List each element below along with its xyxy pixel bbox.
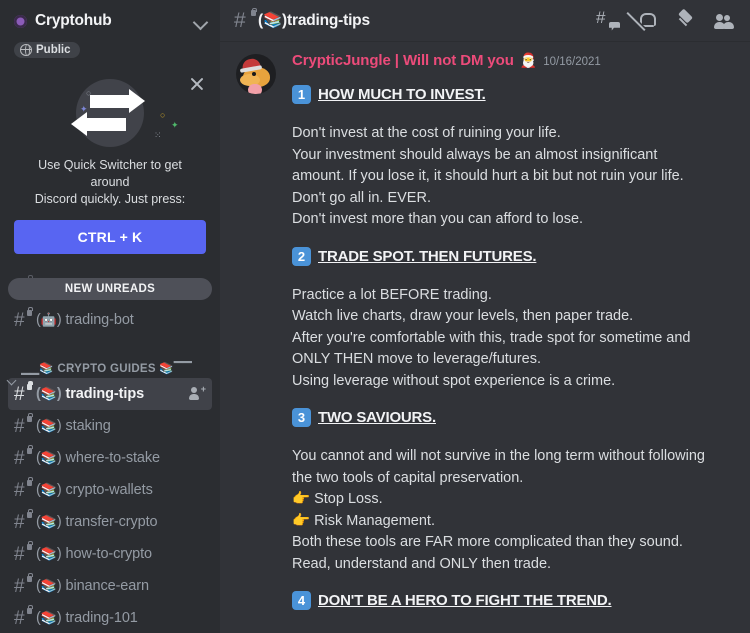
message-line: Read, understand and ONLY then trade.: [292, 555, 552, 572]
sidebar-item-binance-earn[interactable]: # (📚) binance-earn: [8, 570, 212, 602]
sidebar-item-trading-bot[interactable]: # (🤖) trading-bot: [8, 304, 212, 336]
hash-lock-icon: #: [14, 605, 36, 628]
sidebar-item-trading-tips[interactable]: # (📚) trading-tips +: [8, 378, 212, 410]
chevron-down-icon[interactable]: [194, 14, 208, 28]
public-badge-label: Public: [36, 44, 71, 56]
message-line: Watch live charts, draw your levels, the…: [292, 308, 634, 324]
hash-lock-icon: #: [14, 413, 36, 436]
avatar[interactable]: [236, 54, 276, 94]
pinned-messages-icon[interactable]: [675, 8, 697, 32]
message-line: Don't go all in. EVER.: [292, 189, 431, 206]
sidebar-item-trading-101[interactable]: # (📚) trading-101: [8, 602, 212, 633]
sidebar-item-label: (📚) binance-earn: [36, 578, 149, 594]
sidebar-item-label: (📚) staking: [36, 418, 111, 434]
hash-lock-icon: #: [14, 541, 36, 564]
message-line: Don't invest at the cost of ruining your…: [292, 125, 561, 141]
sidebar-item-where-to-stake[interactable]: # (📚) where-to-stake: [8, 442, 212, 474]
server-header[interactable]: Cryptohub: [0, 0, 220, 42]
message-line: Both these tools are FAR more complicate…: [292, 534, 683, 550]
number-badge: 1: [292, 85, 311, 104]
new-unreads-pill[interactable]: NEW UNREADS: [8, 278, 212, 300]
message-line: Using leverage without spot experience i…: [292, 372, 616, 389]
number-badge: 4: [292, 591, 311, 610]
santa-icon: 🎅: [519, 52, 538, 68]
add-member-icon[interactable]: +: [189, 385, 206, 402]
section-heading: 1 HOW MUCH TO INVEST.: [292, 85, 734, 104]
message-line: Your investment should always be an almo…: [292, 146, 658, 163]
sidebar-item-label: (📚) transfer-crypto: [36, 514, 158, 530]
section-body: Don't invest at the cost of ruining your…: [292, 123, 734, 231]
quick-switcher-line1: Use Quick Switcher to get around: [38, 158, 182, 189]
sidebar-item-transfer-crypto[interactable]: # (📚) transfer-crypto: [8, 506, 212, 538]
message-timestamp: 10/16/2021: [543, 56, 601, 68]
message-line: After you're comfortable with this, trad…: [292, 329, 691, 346]
section-body: Practice a lot BEFORE trading. Watch live…: [292, 285, 734, 393]
number-badge: 3: [292, 408, 311, 427]
message-content: 1 HOW MUCH TO INVEST. Don't invest at the …: [292, 85, 734, 610]
message: CrypticJungle | Will not DM you 🎅 10/16/…: [220, 52, 734, 610]
page-title: (📚)trading-tips: [258, 12, 370, 29]
globe-icon: [19, 43, 32, 56]
chat-area: # (📚)trading-tips CrypticJungle | Will n…: [220, 0, 750, 633]
message-line: the two tools of capital preservation.: [292, 469, 524, 486]
message-line: You cannot and will not survive in the l…: [292, 448, 705, 464]
message-header: CrypticJungle | Will not DM you 🎅 10/16/…: [292, 52, 734, 69]
section-heading: 2 TRADE SPOT. THEN FUTURES.: [292, 246, 734, 266]
sidebar-item-label: (📚) crypto-wallets: [36, 482, 153, 498]
sidebar-item-label: (📚) trading-101: [36, 610, 138, 626]
section-heading: 3 TWO SAVIOURS.: [292, 408, 734, 427]
channel-list[interactable]: NEW UNREADS #(📉) tradingview#(🤖) trading…: [0, 268, 220, 633]
notifications-muted-icon[interactable]: [636, 10, 658, 32]
section-title: HOW MUCH TO INVEST.: [318, 86, 486, 103]
server-sidebar: Cryptohub Public ○ ✦ ○ ✦ ⁙ Use Quick Swi…: [0, 0, 220, 633]
quick-switcher-illustration: ○ ✦ ○ ✦ ⁙: [14, 73, 206, 155]
sidebar-item-label: (📚) how-to-crypto: [36, 546, 153, 562]
message-line: 👉 Risk Management.: [292, 512, 435, 529]
hash-lock-icon: #: [14, 509, 36, 532]
sidebar-item-label: (📚) trading-tips: [36, 386, 145, 402]
message-line: Practice a lot BEFORE trading.: [292, 286, 492, 303]
quick-switcher-shortcut-button[interactable]: CTRL + K: [14, 220, 206, 254]
threads-icon[interactable]: [596, 8, 619, 32]
message-line: Don't invest more than you can afford to…: [292, 211, 584, 227]
hash-lock-icon: #: [14, 381, 36, 404]
message-author[interactable]: CrypticJungle | Will not DM you: [292, 52, 514, 69]
sidebar-item-crypto-wallets[interactable]: # (📚) crypto-wallets: [8, 474, 212, 506]
section-title: TWO SAVIOURS.: [318, 409, 436, 426]
message-line: 👉 Stop Loss.: [292, 491, 383, 507]
quick-switcher-card: ○ ✦ ○ ✦ ⁙ Use Quick Switcher to get arou…: [0, 65, 220, 268]
quick-switcher-text: Use Quick Switcher to get around Discord…: [14, 157, 206, 208]
quick-switcher-line2: Discord quickly. Just press:: [34, 192, 186, 206]
sidebar-item-label: (📚) where-to-stake: [36, 450, 160, 466]
section-body: You cannot and will not survive in the l…: [292, 446, 734, 575]
hash-lock-icon: #: [14, 445, 36, 468]
server-name: Cryptohub: [35, 12, 112, 29]
message-line: ONLY THEN move to leverage/futures.: [292, 351, 542, 367]
server-icon: [14, 14, 27, 28]
section-title: TRADE SPOT. THEN FUTURES.: [318, 247, 537, 265]
member-list-icon[interactable]: [714, 10, 736, 32]
category-crypto-guides[interactable]: ▁▁📚 CRYPTO GUIDES 📚▔▔: [0, 348, 220, 378]
sidebar-item-how-to-crypto[interactable]: # (📚) how-to-crypto: [8, 538, 212, 570]
section-title: DON'T BE A HERO TO FIGHT THE TREND.: [318, 592, 612, 609]
hash-lock-icon: #: [234, 7, 258, 31]
sidebar-item-label: (🤖) trading-bot: [36, 312, 134, 328]
section-heading: 4 DON'T BE A HERO TO FIGHT THE TREND.: [292, 591, 734, 610]
channel-header: # (📚)trading-tips: [220, 0, 750, 42]
sidebar-item-staking[interactable]: # (📚) staking: [8, 410, 212, 442]
category-label: ▁▁📚 CRYPTO GUIDES 📚▔▔: [21, 363, 193, 375]
hash-lock-icon: #: [14, 477, 36, 500]
number-badge: 2: [292, 246, 311, 266]
status-badge: Public: [14, 42, 80, 58]
message-list[interactable]: CrypticJungle | Will not DM you 🎅 10/16/…: [220, 42, 750, 633]
hash-lock-icon: #: [14, 307, 36, 330]
message-line: amount. If you lose it, it should hurt a…: [292, 168, 684, 184]
server-badge-row: Public: [0, 42, 220, 61]
hash-lock-icon: #: [14, 573, 36, 596]
